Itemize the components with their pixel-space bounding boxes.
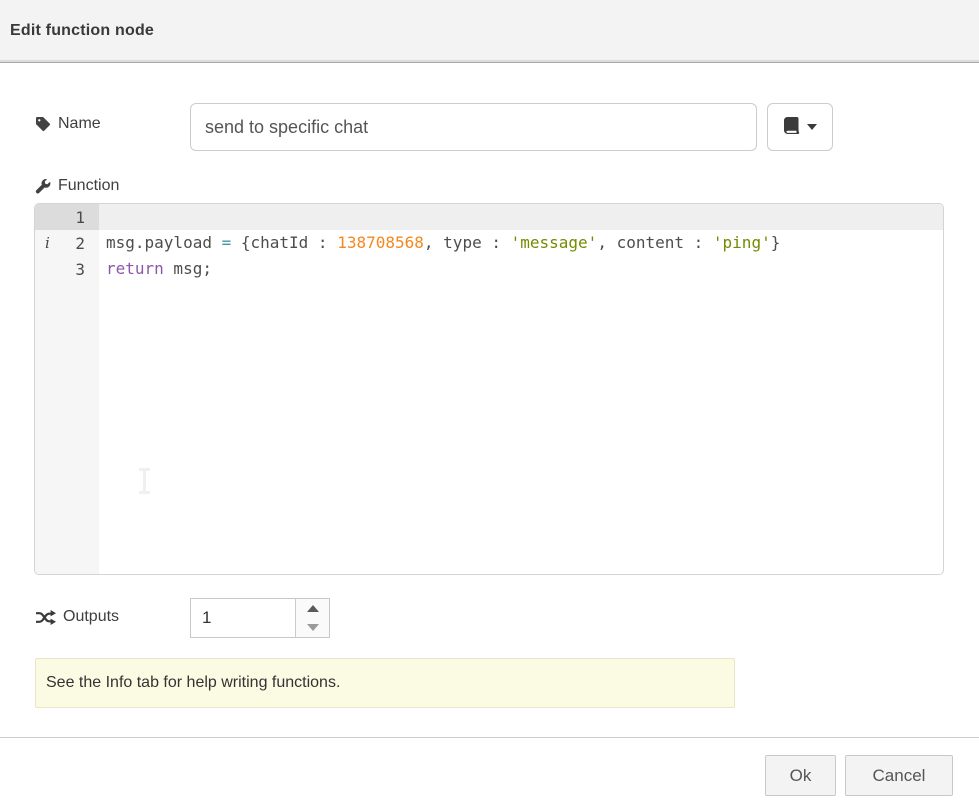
code-lines: msg.payload = {chatId : 138708568, type …	[99, 204, 943, 282]
name-input[interactable]	[190, 103, 757, 151]
line-number: 2	[75, 234, 85, 253]
ibeam-mouse-cursor	[136, 467, 153, 500]
name-label: Name	[58, 115, 101, 133]
code-line-1	[99, 204, 943, 230]
shuffle-icon	[35, 610, 56, 625]
library-button[interactable]	[767, 103, 833, 151]
info-annotation-icon: i	[45, 230, 50, 256]
code-token: , type :	[424, 233, 511, 252]
code-line-2: msg.payload = {chatId : 138708568, type …	[99, 230, 943, 256]
code-line-3: return msg;	[99, 256, 943, 282]
dialog-title: Edit function node	[10, 22, 154, 40]
arrow-down-icon	[307, 624, 319, 631]
outputs-field-label: Outputs	[35, 608, 119, 626]
outputs-label: Outputs	[63, 608, 119, 626]
function-label: Function	[58, 177, 119, 195]
gutter-line-1: 1	[35, 204, 99, 230]
gutter-line-3: 3	[35, 256, 99, 282]
spinner-up-button[interactable]	[296, 599, 329, 618]
chevron-down-icon	[807, 124, 817, 130]
code-token: msg.payload	[106, 233, 222, 252]
line-number: 1	[75, 208, 85, 227]
tag-icon	[35, 116, 51, 132]
spinner-down-button[interactable]	[296, 618, 329, 637]
edit-function-node-dialog: Edit function node Name Function 1 i 2	[0, 0, 979, 812]
code-token: msg;	[164, 259, 212, 278]
code-token: 'ping'	[713, 233, 771, 252]
ok-button[interactable]: Ok	[765, 755, 836, 796]
outputs-input[interactable]	[191, 599, 295, 637]
gutter-line-2: i 2	[35, 230, 99, 256]
code-token: return	[106, 259, 164, 278]
form-tips-text: See the Info tab for help writing functi…	[46, 674, 340, 692]
dialog-header: Edit function node	[0, 0, 979, 63]
code-token: }	[771, 233, 781, 252]
function-code-editor[interactable]: 1 i 2 3 msg.payload = {chatId : 13870856…	[34, 203, 944, 575]
code-token: =	[222, 233, 232, 252]
spinner-buttons	[295, 599, 329, 637]
code-token: , content :	[597, 233, 713, 252]
code-token: {chatId :	[231, 233, 337, 252]
line-number: 3	[75, 260, 85, 279]
code-token: 'message'	[511, 233, 598, 252]
function-field-label: Function	[35, 177, 119, 195]
form-tips: See the Info tab for help writing functi…	[35, 658, 735, 708]
outputs-spinner	[190, 598, 330, 638]
wrench-icon	[35, 178, 51, 194]
editor-gutter: 1 i 2 3	[35, 204, 99, 574]
arrow-up-icon	[307, 605, 319, 612]
name-field-label: Name	[35, 115, 101, 133]
cancel-button[interactable]: Cancel	[845, 755, 953, 796]
dialog-footer: Ok Cancel	[0, 737, 979, 812]
book-icon	[783, 117, 801, 137]
code-token: 138708568	[337, 233, 424, 252]
